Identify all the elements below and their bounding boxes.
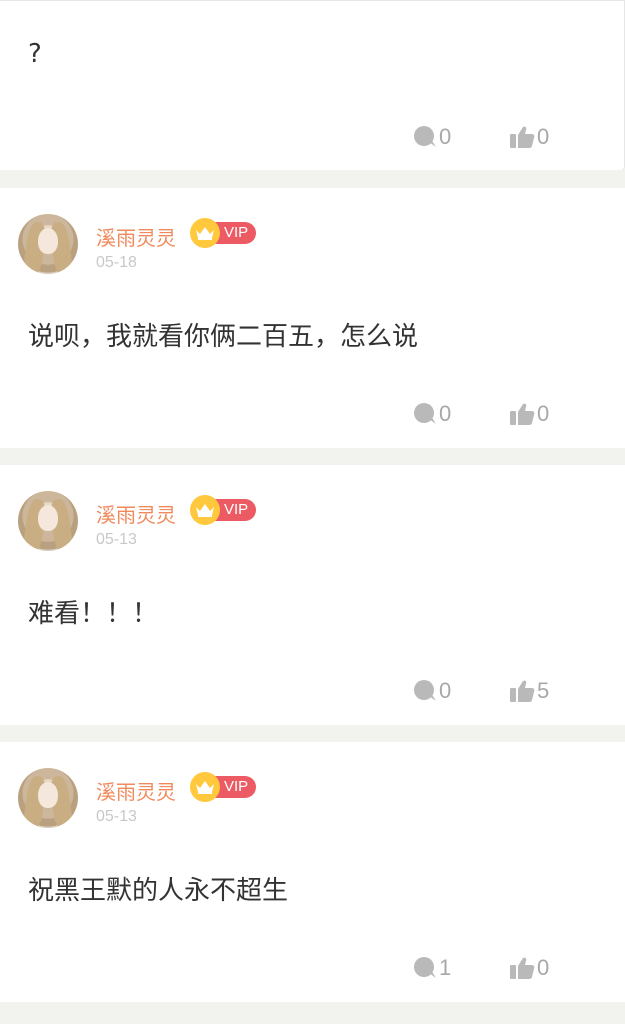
crown-icon xyxy=(190,495,220,525)
avatar[interactable] xyxy=(18,768,78,828)
comment-text: 说呗，我就看你俩二百五，怎么说 xyxy=(28,322,419,352)
comment-date: 05-13 xyxy=(96,531,137,548)
crown-icon xyxy=(190,772,220,802)
vip-badge: VIP xyxy=(190,772,257,802)
reply-count: 0 xyxy=(439,124,452,149)
vip-badge: VIP xyxy=(190,218,257,248)
comment-feed: ? 0 0 溪雨灵灵 VIP 05-18 说呗，我就看你俩二百五，怎么说 0 0… xyxy=(0,0,625,1024)
crown-icon xyxy=(190,218,220,248)
thumbs-up-icon xyxy=(509,679,537,703)
reply-count: 0 xyxy=(439,401,452,426)
like-button[interactable]: 0 xyxy=(509,124,549,150)
thumbs-up-icon xyxy=(509,956,537,980)
reply-button[interactable]: 0 xyxy=(413,678,451,704)
comment-bubble-icon xyxy=(413,125,439,149)
avatar[interactable] xyxy=(18,214,78,274)
comment-bubble-icon xyxy=(413,956,439,980)
reply-button[interactable]: 1 xyxy=(413,955,451,981)
thumbs-up-icon xyxy=(509,402,537,426)
like-button[interactable]: 0 xyxy=(509,401,549,427)
username[interactable]: 溪雨灵灵 xyxy=(96,776,176,805)
like-count: 0 xyxy=(537,401,550,426)
comment-date: 05-13 xyxy=(96,808,137,825)
comment-text: ? xyxy=(28,39,42,69)
username[interactable]: 溪雨灵灵 xyxy=(96,499,176,528)
reply-count: 0 xyxy=(439,678,452,703)
like-button[interactable]: 0 xyxy=(509,955,549,981)
vip-badge: VIP xyxy=(190,495,257,525)
comment-text: 祝黑王默的人永不超生 xyxy=(28,876,289,906)
like-count: 0 xyxy=(537,124,550,149)
comment-card: ? 0 0 xyxy=(0,0,625,170)
comment-card: 溪雨灵灵 VIP 05-18 说呗，我就看你俩二百五，怎么说 0 0 xyxy=(0,188,625,448)
comment-date: 05-18 xyxy=(96,254,137,271)
reply-button[interactable]: 0 xyxy=(413,124,451,150)
comment-bubble-icon xyxy=(413,679,439,703)
like-count: 5 xyxy=(537,678,550,703)
like-count: 0 xyxy=(537,955,550,980)
comment-bubble-icon xyxy=(413,402,439,426)
comment-card: 溪雨灵灵 VIP 05-13 祝黑王默的人永不超生 1 0 xyxy=(0,742,625,1002)
avatar[interactable] xyxy=(18,491,78,551)
thumbs-up-icon xyxy=(509,125,537,149)
reply-button[interactable]: 0 xyxy=(413,401,451,427)
reply-count: 1 xyxy=(439,955,452,980)
comment-card: 溪雨灵灵 VIP 05-13 难看！！！ 0 5 xyxy=(0,465,625,725)
comment-text: 难看！！！ xyxy=(28,599,159,629)
like-button[interactable]: 5 xyxy=(509,678,549,704)
username[interactable]: 溪雨灵灵 xyxy=(96,222,176,251)
